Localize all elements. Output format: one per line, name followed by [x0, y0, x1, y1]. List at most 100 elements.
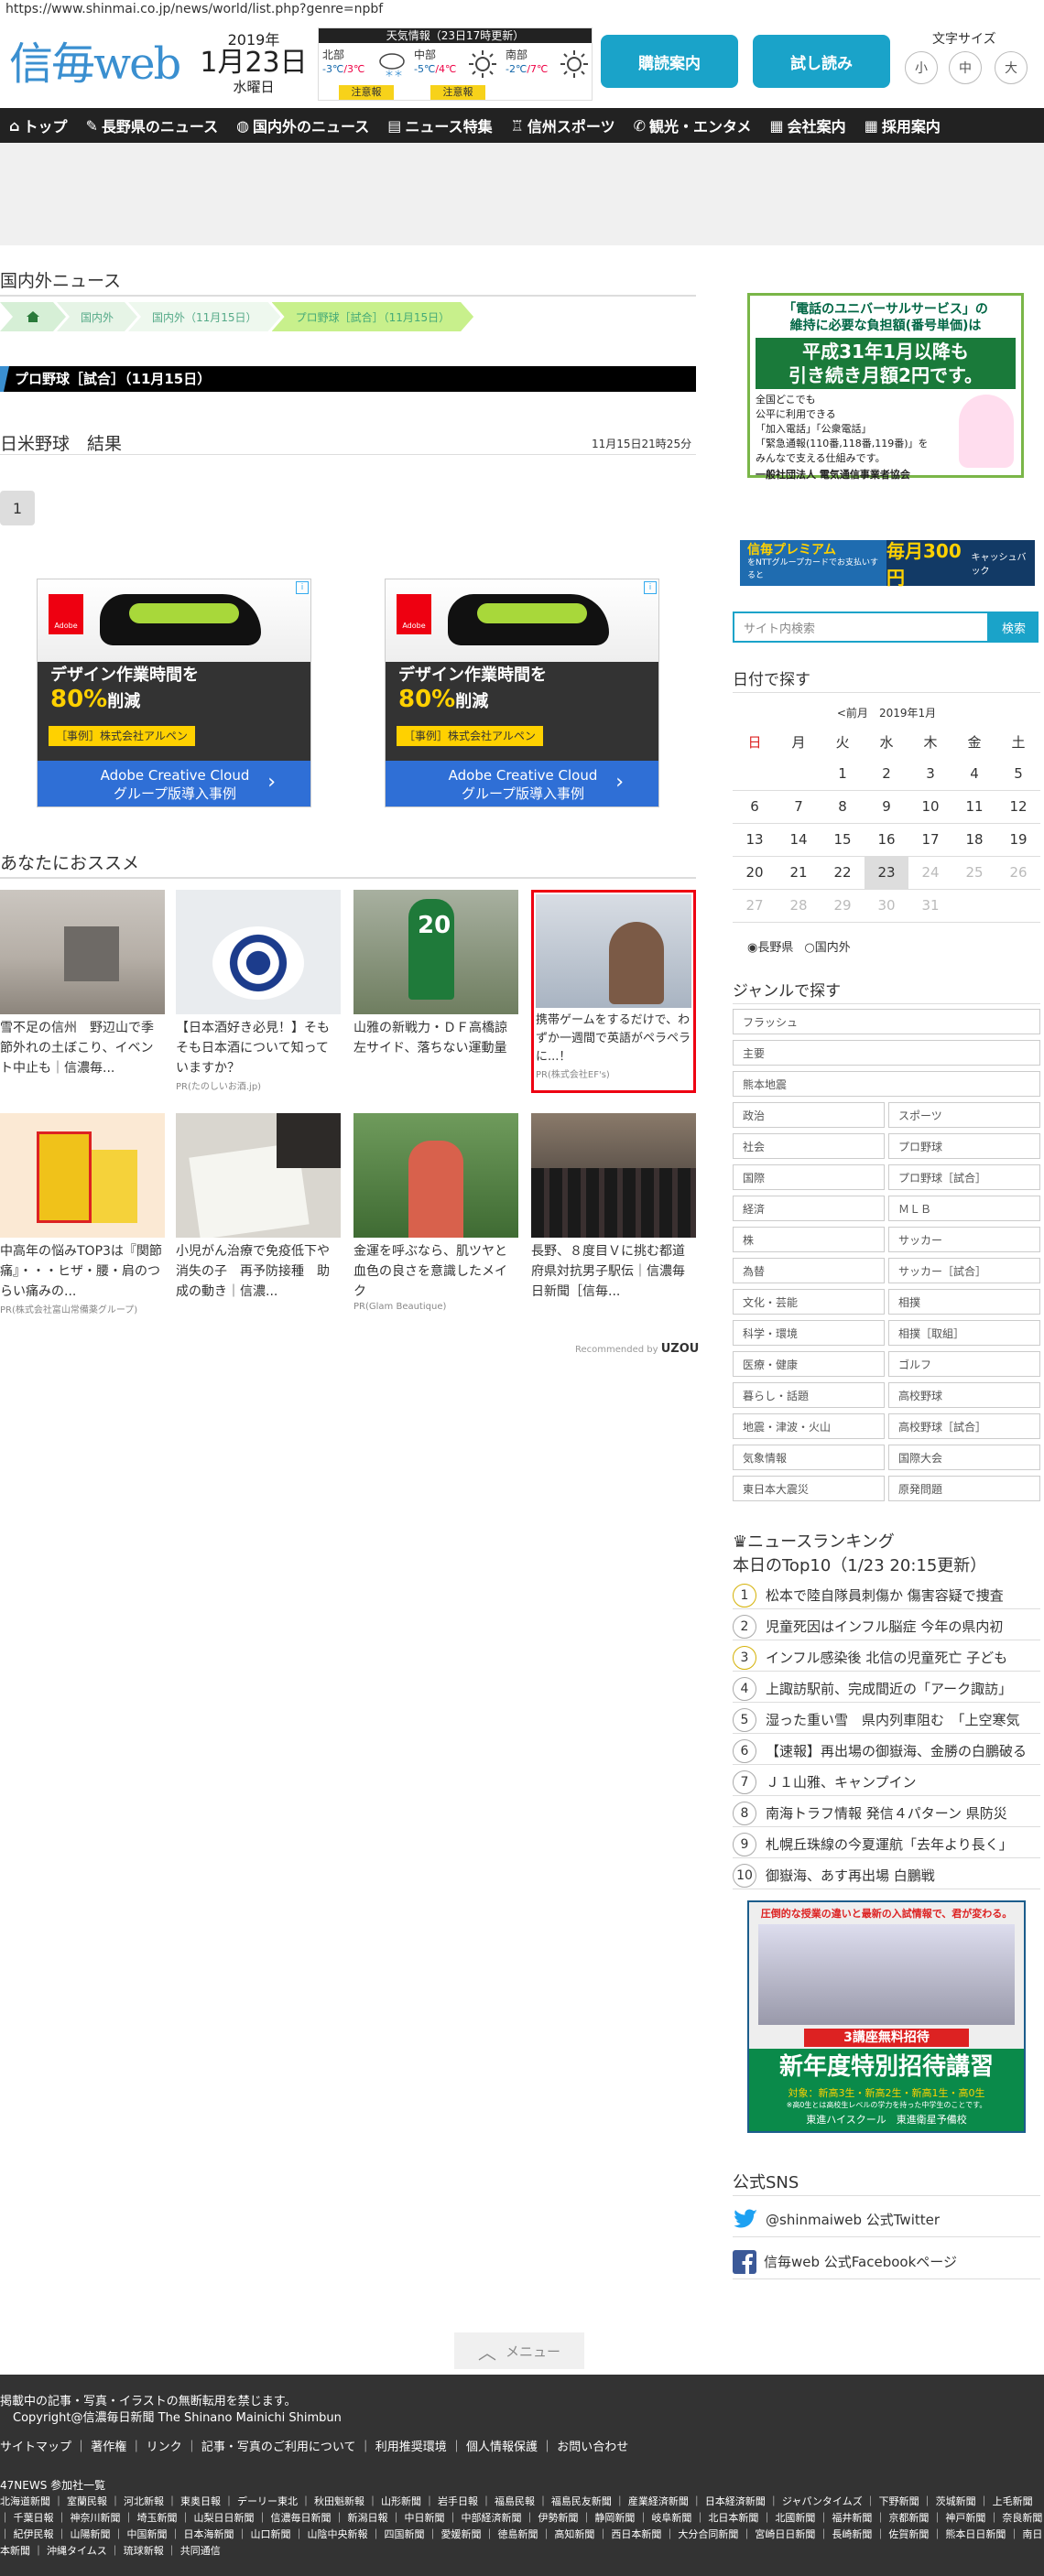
calendar-day[interactable]: 6 — [733, 790, 777, 824]
calendar-day[interactable]: 5 — [996, 757, 1040, 791]
footer-link[interactable]: リンク — [147, 2441, 182, 2454]
ranking-item[interactable]: 8 南海トラフ情報 発信４パターン 県防災 — [733, 1800, 1040, 1827]
calendar-day[interactable]: 4 — [952, 757, 996, 791]
recommend-item[interactable]: 長野、８度目Ｖに挑む都道府県対抗男子駅伝｜信濃毎日新聞［信毎... — [531, 1113, 696, 1302]
ranking-item[interactable]: 5 湿った重い雪 県内列車阻む 「上空寒気 — [733, 1706, 1040, 1734]
calendar-day[interactable]: 14 — [777, 823, 821, 857]
site-logo[interactable]: 信毎web — [9, 27, 181, 92]
genre-item[interactable]: 科学・環境 — [733, 1320, 885, 1346]
genre-item[interactable]: 原発問題 — [888, 1476, 1040, 1501]
facebook-link[interactable]: 信毎web 公式Facebookページ — [733, 2245, 1040, 2279]
footer-link[interactable]: 利用推奨環境 — [375, 2441, 447, 2454]
ranking-item[interactable]: 10 御嶽海、あす再出場 白鵬戦 — [733, 1862, 1040, 1889]
nav-nagano-news[interactable]: ✎ 長野県のニュース — [76, 114, 227, 136]
sidebar-ad-toshin[interactable]: 圧倒的な授業の違いと最新の入試情報で、君が変わる。 3講座無料招待 新年度特別招… — [747, 1900, 1026, 2133]
search-input[interactable]: サイト内検索 — [733, 612, 989, 643]
genre-item[interactable]: 気象情報 — [733, 1445, 885, 1470]
radio-world[interactable]: ○国内外 — [804, 937, 850, 955]
genre-item[interactable]: 医療・健康 — [733, 1351, 885, 1377]
footer-link[interactable]: サイトマップ — [0, 2441, 71, 2454]
genre-item[interactable]: 暮らし・話題 — [733, 1382, 885, 1408]
genre-item[interactable]: フラッシュ — [733, 1009, 1040, 1034]
recommend-item[interactable]: 携帯ゲームをするだけで、わずか一週間で英語がペラペラに...！ PR(株式会社E… — [531, 890, 696, 1093]
ranking-item[interactable]: 2 児童死因はインフル脳症 今年の県内初 — [733, 1613, 1040, 1640]
genre-item[interactable]: ＭＬＢ — [888, 1196, 1040, 1221]
calendar-day[interactable]: 21 — [777, 856, 821, 890]
genre-item[interactable]: プロ野球 — [888, 1133, 1040, 1159]
genre-item[interactable]: 為替 — [733, 1258, 885, 1283]
calendar-day[interactable]: 16 — [865, 823, 908, 857]
nav-recruit[interactable]: ▦ 採用案内 — [855, 114, 950, 136]
footer-link[interactable]: 個人情報保護 — [466, 2441, 538, 2454]
breadcrumb-item[interactable]: 国内外（11月15日） — [128, 302, 281, 331]
recommend-item[interactable]: 小児がん治療で免疫低下や消失の子 再予防接種 助成の動き｜信濃... — [176, 1113, 341, 1302]
ranking-item[interactable]: 7 Ｊ１山雅、キャンプイン — [733, 1769, 1040, 1796]
menu-button[interactable]: ︿ メニュー — [454, 2332, 584, 2369]
genre-item[interactable]: 相撲［取組］ — [888, 1320, 1040, 1346]
calendar-day[interactable]: 18 — [952, 823, 996, 857]
recommend-item[interactable]: 雪不足の信州 野辺山で季節外れの土ぼこり、イベント中止も｜信濃毎... — [0, 890, 165, 1078]
nav-features[interactable]: ▤ ニュース特集 — [378, 114, 501, 136]
ad-cta[interactable]: Adobe Creative Cloud グループ版導入事例 › — [386, 761, 658, 806]
footer-link[interactable]: お問い合わせ — [557, 2441, 628, 2454]
genre-item[interactable]: 社会 — [733, 1133, 885, 1159]
calendar-day[interactable]: 3 — [908, 757, 952, 791]
recommend-item[interactable]: 中高年の悩みTOP3は『関節痛』・・・ヒザ・腰・肩のつらい痛みの... PR(株… — [0, 1113, 165, 1315]
calendar-day[interactable]: 15 — [821, 823, 865, 857]
genre-item[interactable]: スポーツ — [888, 1102, 1040, 1128]
recommend-item[interactable]: 【日本酒好き必見！】そもそも日本酒について知っていますか？ PR(たのしいお酒.… — [176, 890, 341, 1092]
genre-item[interactable]: サッカー［試合］ — [888, 1258, 1040, 1283]
search-button[interactable]: 検索 — [989, 612, 1039, 643]
genre-item[interactable]: 文化・芸能 — [733, 1289, 885, 1315]
genre-item[interactable]: 政治 — [733, 1102, 885, 1128]
adchoices-icon[interactable]: i — [296, 581, 309, 594]
nav-entertainment[interactable]: ✆ 観光・エンタメ — [625, 114, 761, 136]
calendar-day[interactable]: 11 — [952, 790, 996, 824]
adobe-ad[interactable]: Adobe i デザイン作業時間を 80%削減 ［事例］株式会社アルペン Adob… — [385, 579, 659, 807]
adobe-ad[interactable]: Adobe i デザイン作業時間を 80%削減 ［事例］株式会社アルペン Adob… — [37, 579, 311, 807]
twitter-link[interactable]: @shinmaiweb 公式Twitter — [733, 2203, 1040, 2237]
footer-link[interactable]: 著作権 — [91, 2441, 126, 2454]
sidebar-ad-universal-service[interactable]: 「電話のユニバーサルサービス」の 維持に必要な負担額(番号単価)は 平成31年1… — [747, 293, 1024, 481]
genre-item[interactable]: 株 — [733, 1227, 885, 1252]
footer-newspaper-links[interactable]: 北海道新聞 ｜ 室蘭民報 ｜ 河北新報 ｜ 東奥日報 ｜ デーリー東北 ｜ 秋田… — [0, 2494, 1044, 2560]
genre-item[interactable]: 高校野球 — [888, 1382, 1040, 1408]
calendar-day[interactable]: 1 — [821, 757, 865, 791]
calendar-day[interactable]: 17 — [908, 823, 952, 857]
radio-nagano[interactable]: ◉長野県 — [747, 937, 793, 955]
calendar-day[interactable]: 12 — [996, 790, 1040, 824]
calendar-day[interactable]: 8 — [821, 790, 865, 824]
calendar-day[interactable]: 10 — [908, 790, 952, 824]
footer-link[interactable]: 記事・写真のご利用について — [201, 2441, 356, 2454]
sidebar-ad-premium[interactable]: 信毎プレミアム をNTTグループカードでお支払いすると 毎月300円 キャッシュバッ… — [740, 540, 1035, 589]
genre-item[interactable]: 国際大会 — [888, 1445, 1040, 1470]
font-size-large-button[interactable]: 大 — [995, 51, 1028, 84]
genre-item[interactable]: プロ野球［試合］ — [888, 1164, 1040, 1190]
genre-item[interactable]: 高校野球［試合］ — [888, 1413, 1040, 1439]
genre-item[interactable]: サッカー — [888, 1227, 1040, 1252]
genre-item[interactable]: 主要 — [733, 1040, 1040, 1066]
page-number[interactable]: 1 — [0, 491, 35, 525]
genre-item[interactable]: 地震・津波・火山 — [733, 1413, 885, 1439]
calendar-day[interactable]: 9 — [865, 790, 908, 824]
article-link[interactable]: 日米野球 結果 — [0, 430, 122, 455]
calendar-prev-link[interactable]: <前月 — [837, 707, 868, 720]
ranking-item[interactable]: 4 上諏訪駅前、完成間近の「アーク諏訪」 — [733, 1675, 1040, 1703]
weather-widget[interactable]: 天気情報（23日17時更新） 北部 -3℃/3℃ ＊＊ 注意報 中部 -5℃/4… — [318, 27, 593, 101]
calendar-day[interactable]: 7 — [777, 790, 821, 824]
ad-cta[interactable]: Adobe Creative Cloud グループ版導入事例 › — [38, 761, 310, 806]
genre-item[interactable]: 東日本大震災 — [733, 1476, 885, 1501]
nav-top[interactable]: ⌂ トップ — [0, 114, 76, 136]
calendar-day-today[interactable]: 23 — [865, 856, 908, 890]
calendar-day[interactable]: 13 — [733, 823, 777, 857]
ranking-item[interactable]: 9 札幌丘珠線の今夏運航「去年より長く」 — [733, 1831, 1040, 1858]
genre-item[interactable]: 熊本地震 — [733, 1071, 1040, 1097]
calendar-day[interactable]: 22 — [821, 856, 865, 890]
calendar-day[interactable]: 19 — [996, 823, 1040, 857]
calendar-day[interactable]: 2 — [865, 757, 908, 791]
genre-item[interactable]: 国際 — [733, 1164, 885, 1190]
ranking-item[interactable]: 1 松本で陸自隊員刺傷か 傷害容疑で捜査 — [733, 1582, 1040, 1609]
adchoices-icon[interactable]: i — [644, 581, 657, 594]
recommend-item[interactable]: 20 山雅の新戦力・ＤＦ高橋諒 左サイド、落ちない運動量 — [353, 890, 520, 1058]
breadcrumb-home[interactable] — [0, 302, 66, 331]
